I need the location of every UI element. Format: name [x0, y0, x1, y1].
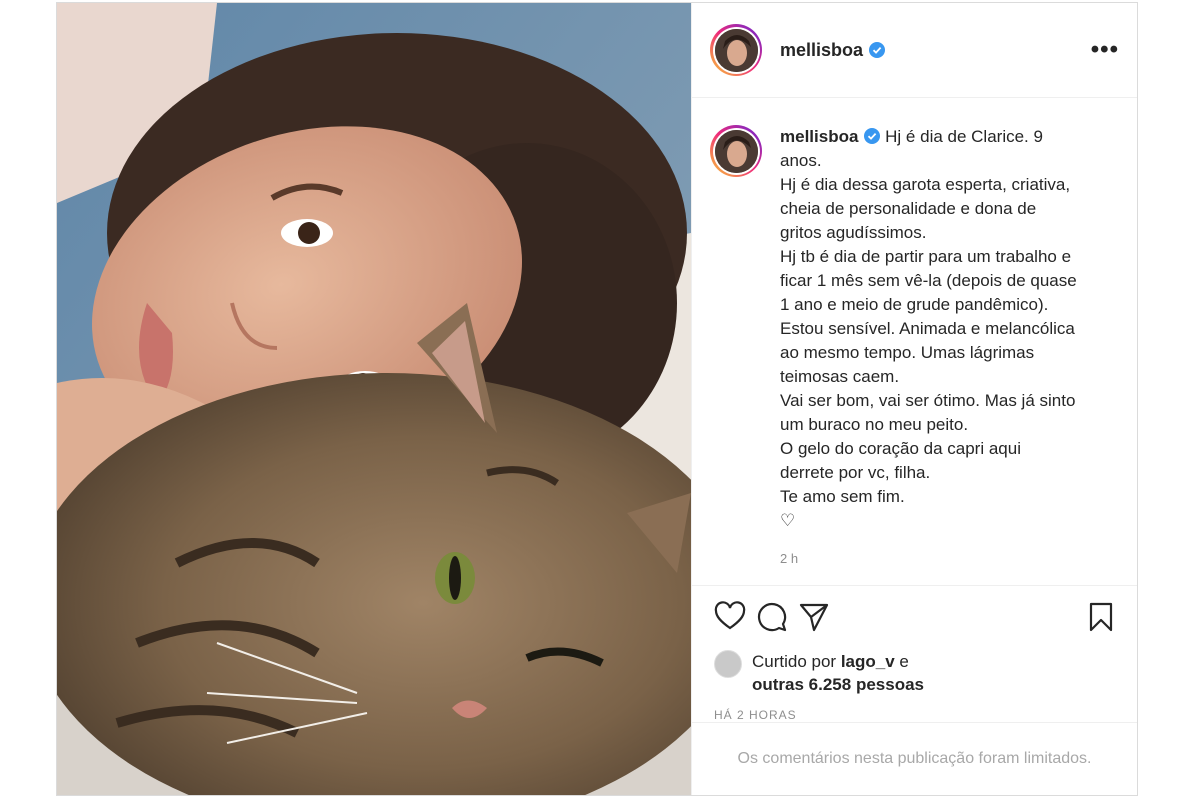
- paper-plane-icon[interactable]: [798, 601, 830, 633]
- avatar-image: [714, 28, 758, 72]
- post-sidebar: mellisboa ••• mellisboa Hj é dia de Clar…: [691, 3, 1137, 795]
- avatar[interactable]: [710, 24, 762, 76]
- likes-prefix: Curtido por: [752, 652, 841, 671]
- caption: mellisboa Hj é dia de Clarice. 9 anos. H…: [710, 125, 1125, 533]
- post-actions: Curtido por lago_v e outras 6.258 pessoa…: [692, 585, 1137, 722]
- username-link[interactable]: mellisboa: [780, 40, 863, 61]
- verified-badge-icon: [869, 42, 886, 58]
- liker-avatar[interactable]: [714, 650, 742, 678]
- likes-summary: Curtido por lago_v e outras 6.258 pessoa…: [692, 634, 1137, 696]
- girl-and-cat-photo: [57, 3, 691, 795]
- verified-badge-icon: [864, 128, 881, 144]
- likes-others-link[interactable]: outras 6.258 pessoas: [752, 675, 924, 694]
- bookmark-icon[interactable]: [1085, 601, 1117, 633]
- caption-avatar[interactable]: [710, 125, 762, 177]
- caption-body: Hj é dia de Clarice. 9 anos. Hj é dia de…: [780, 127, 1077, 530]
- comment-icon[interactable]: [756, 601, 788, 633]
- post-timestamp[interactable]: HÁ 2 HORAS: [692, 696, 1137, 722]
- caption-username[interactable]: mellisboa: [780, 127, 858, 146]
- post-header: mellisboa •••: [692, 3, 1137, 98]
- more-options-button[interactable]: •••: [1091, 38, 1119, 62]
- avatar-image: [714, 129, 758, 173]
- heart-icon[interactable]: [714, 601, 746, 633]
- likes-middle: e: [894, 652, 909, 671]
- liker-username[interactable]: lago_v: [841, 652, 895, 671]
- comments-limited-notice: Os comentários nesta publicação foram li…: [692, 722, 1137, 795]
- post-photo[interactable]: [57, 3, 691, 795]
- instagram-post: mellisboa ••• mellisboa Hj é dia de Clar…: [56, 2, 1138, 796]
- caption-text: mellisboa Hj é dia de Clarice. 9 anos. H…: [780, 125, 1125, 533]
- comment-timestamp: 2 h: [780, 551, 799, 566]
